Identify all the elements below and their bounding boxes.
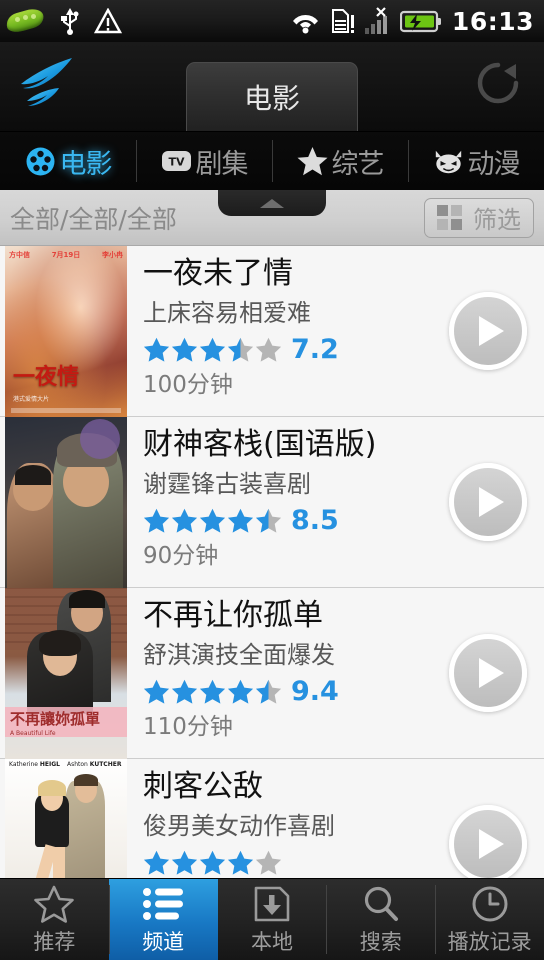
category-tab-anime[interactable]: 动漫 [408, 132, 544, 190]
rating-score: 9.4 [291, 675, 339, 707]
peapod-icon [4, 6, 46, 35]
clock-time: 16:13 [451, 6, 534, 36]
play-icon [479, 487, 504, 517]
category-tab-bar: 电影 TV 剧集 综艺 动漫 [0, 132, 544, 190]
nav-item-history[interactable]: 播放记录 [435, 879, 544, 960]
status-bar-right-icons: 16:13 [290, 7, 534, 36]
movie-duration: 110分钟 [143, 714, 233, 740]
nav-item-label: 本地 [250, 929, 293, 954]
play-button[interactable] [449, 634, 527, 712]
category-tab-label: 电影 [59, 148, 113, 180]
play-button[interactable] [449, 292, 527, 370]
movie-title: 一夜未了情 [143, 256, 293, 291]
category-tab-series[interactable]: TV 剧集 [136, 132, 272, 190]
grid-icon [437, 205, 462, 230]
category-tab-label: 剧集 [195, 148, 249, 180]
nav-item-label: 播放记录 [447, 929, 532, 954]
search-icon [359, 884, 403, 924]
movie-title: 不再让你孤单 [143, 598, 323, 633]
star-icon [297, 146, 328, 177]
poster-thumbnail: 不再讓妳孤單 A Beautiful Life [5, 588, 127, 759]
nav-item-local[interactable]: 本地 [218, 879, 327, 960]
play-button[interactable] [449, 805, 527, 878]
play-button[interactable] [449, 463, 527, 541]
list-item[interactable]: 财神客栈(国语版) 谢霆锋古装喜剧 8.5 90分钟 [0, 417, 544, 588]
movie-title: 刺客公敌 [143, 769, 263, 804]
nav-item-search[interactable]: 搜索 [326, 879, 435, 960]
current-filter-text: 全部/全部/全部 [10, 204, 177, 234]
status-bar-left-icons [4, 6, 290, 35]
movie-list[interactable]: 方中信 7月19日 李小冉 一夜​情 港式爱情大片 一夜未了情 上床容易相爱难 [0, 246, 544, 878]
page-title-button[interactable]: 电影 [186, 62, 358, 131]
warning-icon [94, 7, 122, 33]
category-tab-label: 动漫 [467, 148, 521, 180]
bottom-navigation: 推荐 频道 本地 搜索 播放记录 [0, 878, 544, 960]
app-root: 16:13 电影 电影 TV 剧集 综艺 动漫 全部/全部/全部 筛选 方中信 … [0, 0, 544, 960]
movie-duration: 90分钟 [143, 543, 219, 569]
filter-button-label: 筛选 [473, 206, 521, 234]
filter-button[interactable]: 筛选 [424, 197, 534, 238]
usb-icon [61, 8, 79, 35]
play-icon [479, 316, 504, 346]
poster-thumbnail: 方中信 7月19日 李小冉 一夜​情 港式爱情大片 [5, 246, 127, 417]
app-header: 电影 [0, 42, 544, 132]
list-item[interactable]: 不再讓妳孤單 A Beautiful Life 不再让你孤单 舒淇演技全面爆发 … [0, 588, 544, 759]
signal-no-sim-icon [364, 7, 387, 34]
poster-thumbnail [5, 417, 127, 588]
play-icon [479, 658, 504, 688]
category-tab-variety[interactable]: 综艺 [272, 132, 408, 190]
sdcard-alert-icon [331, 9, 354, 33]
star-rating [143, 678, 282, 705]
movie-duration: 100分钟 [143, 372, 233, 398]
nav-item-label: 推荐 [33, 929, 76, 954]
star-rating [143, 507, 282, 534]
list-icon [141, 884, 185, 924]
filter-collapse-handle[interactable] [218, 190, 326, 216]
chevron-up-icon [260, 199, 284, 208]
category-tab-movies[interactable]: 电影 [0, 132, 136, 190]
battery-charging-icon [399, 10, 441, 32]
svg-text:TV: TV [168, 156, 185, 169]
list-item[interactable]: 方中信 7月19日 李小冉 一夜​情 港式爱情大片 一夜未了情 上床容易相爱难 [0, 246, 544, 417]
nav-item-label: 搜索 [359, 929, 402, 954]
movie-title: 财神客栈(国语版) [143, 427, 377, 462]
star-rating [143, 849, 282, 876]
swift-bird-logo [0, 41, 92, 131]
nav-item-channels[interactable]: 频道 [108, 879, 218, 960]
poster-thumbnail: Katherine HEIGL Ashton KUTCHER [5, 759, 127, 878]
status-bar: 16:13 [0, 0, 544, 42]
devil-face-icon [433, 146, 464, 177]
rating-score: 8.5 [291, 504, 339, 536]
refresh-button[interactable] [452, 41, 544, 131]
download-icon [250, 884, 294, 924]
star-outline-icon [32, 884, 76, 924]
clock-icon [468, 884, 512, 924]
film-reel-icon [25, 146, 56, 177]
nav-item-recommend[interactable]: 推荐 [0, 879, 109, 960]
list-item[interactable]: Katherine HEIGL Ashton KUTCHER 刺客公敌 俊男美女… [0, 759, 544, 878]
play-icon [479, 829, 504, 859]
wifi-icon [292, 14, 318, 33]
category-tab-label: 综艺 [331, 148, 385, 180]
star-rating [143, 336, 282, 363]
rating-score: 7.2 [291, 333, 339, 365]
refresh-icon [477, 62, 519, 104]
tv-icon: TV [161, 146, 192, 177]
nav-item-label: 频道 [142, 929, 185, 954]
